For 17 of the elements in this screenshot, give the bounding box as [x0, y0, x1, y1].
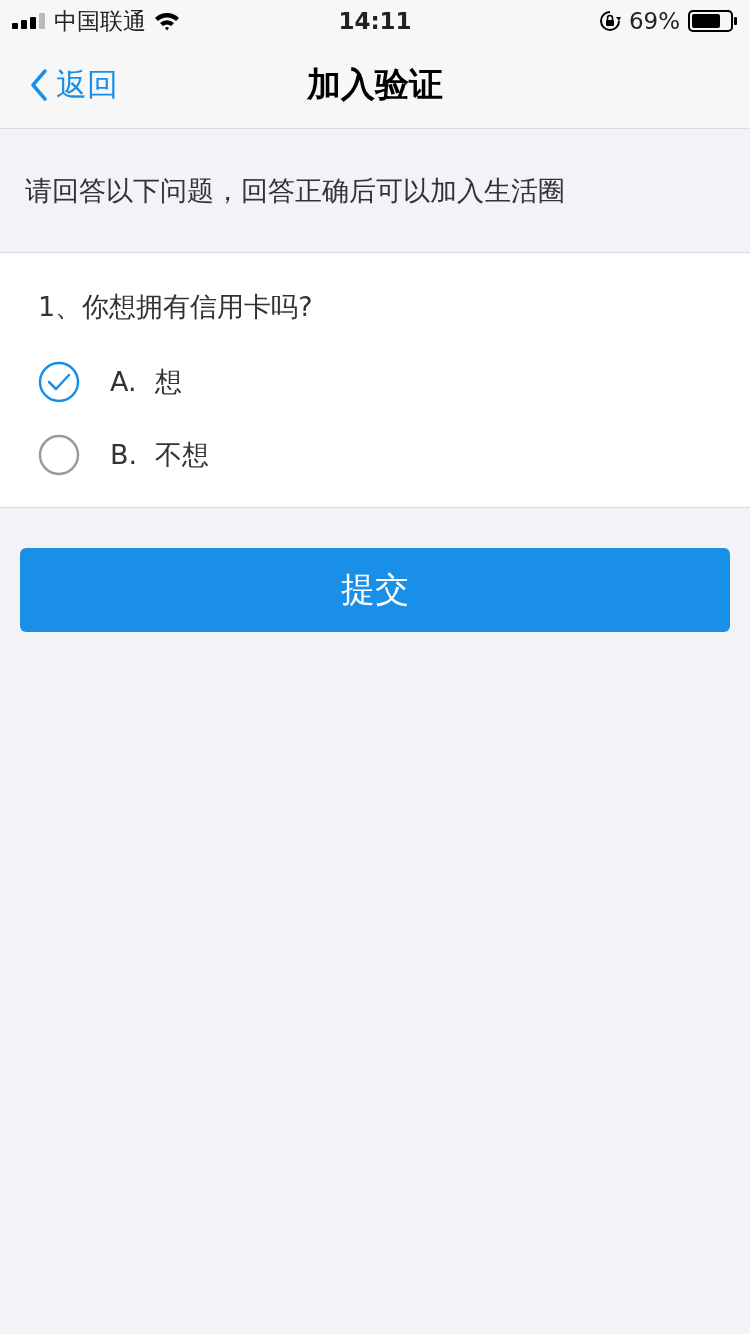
- signal-icon: [12, 13, 46, 29]
- option-label: 不想: [155, 437, 210, 472]
- battery-percent: 69%: [628, 8, 680, 34]
- intro-text: 请回答以下问题，回答正确后可以加入生活圈: [25, 173, 565, 208]
- battery-icon: [688, 10, 738, 32]
- page-title: 加入验证: [307, 63, 443, 106]
- clock-time: 14:11: [338, 8, 412, 34]
- rotation-lock-icon: [598, 10, 621, 32]
- option-letter: A.: [110, 366, 137, 397]
- option-label: 想: [154, 364, 182, 399]
- answer-option[interactable]: A. 想: [38, 345, 750, 418]
- question-text: 1、你想拥有信用卡吗?: [38, 290, 314, 324]
- carrier-name: 中国联通: [54, 6, 146, 36]
- wifi-icon: [154, 11, 180, 31]
- answer-option[interactable]: B. 不想: [38, 418, 750, 491]
- option-letter: B.: [110, 439, 138, 470]
- chevron-left-icon: [30, 69, 48, 101]
